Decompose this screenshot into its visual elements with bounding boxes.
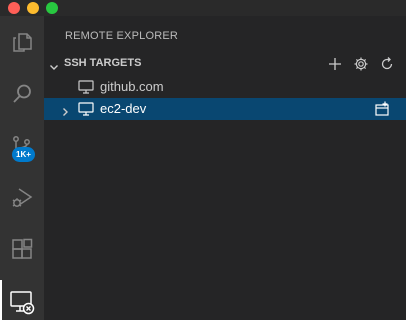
remote-explorer-icon — [9, 289, 35, 315]
add-icon — [329, 58, 341, 70]
refresh-icon — [381, 57, 393, 70]
search-icon — [10, 82, 34, 106]
source-control-badge: 1K+ — [12, 147, 35, 162]
minimize-window-button[interactable] — [27, 2, 39, 14]
chevron-right-icon[interactable] — [60, 104, 70, 122]
sidebar-title: REMOTE EXPLORER — [65, 30, 179, 42]
ssh-target-ec2-dev[interactable]: ec2-dev — [44, 98, 406, 120]
activity-bar: 1K+ — [0, 16, 44, 320]
ssh-target-label: ec2-dev — [100, 101, 147, 116]
section-title: SSH TARGETS — [64, 57, 142, 69]
title-bar — [0, 0, 406, 16]
connect-in-new-window-button[interactable] — [374, 101, 390, 122]
files-icon — [10, 30, 34, 54]
gear-icon — [354, 57, 368, 71]
activity-run-debug[interactable] — [0, 176, 44, 220]
vscode-window: 1K+ REMOTE EXPLORER SSH TARGETS github.c… — [0, 0, 406, 320]
remote-explorer-sidebar: REMOTE EXPLORER SSH TARGETS github.com e… — [44, 16, 406, 320]
activity-explorer[interactable] — [0, 20, 44, 64]
configure-button[interactable] — [348, 54, 374, 74]
activity-search[interactable] — [0, 72, 44, 116]
section-actions — [322, 54, 400, 74]
close-window-button[interactable] — [8, 2, 20, 14]
monitor-icon — [78, 80, 94, 99]
activity-extensions[interactable] — [0, 228, 44, 272]
ssh-target-label: github.com — [100, 79, 164, 94]
run-debug-icon — [10, 186, 34, 210]
monitor-icon — [78, 102, 94, 121]
ssh-target-github[interactable]: github.com — [44, 76, 406, 98]
add-target-button[interactable] — [322, 54, 348, 74]
zoom-window-button[interactable] — [46, 2, 58, 14]
activity-remote-explorer[interactable] — [0, 280, 44, 320]
refresh-button[interactable] — [374, 54, 400, 74]
chevron-down-icon — [49, 59, 59, 77]
new-window-icon — [375, 101, 389, 116]
extensions-icon — [10, 238, 34, 262]
ssh-targets-section-header[interactable]: SSH TARGETS — [44, 54, 406, 74]
